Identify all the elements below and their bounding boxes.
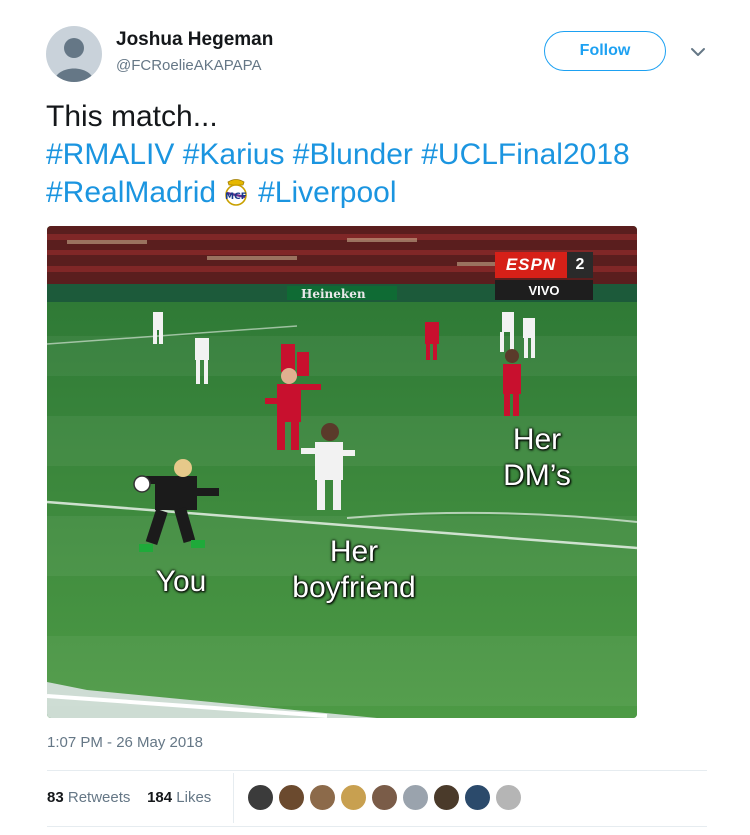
meme-label-boyfriend-line2: boyfriend — [292, 571, 416, 604]
liker-avatar[interactable] — [309, 784, 336, 811]
author-avatar[interactable] — [46, 26, 102, 82]
svg-text:MCF: MCF — [225, 192, 247, 202]
follow-button[interactable]: Follow — [544, 31, 666, 71]
hashtag-link[interactable]: #UCLFinal2018 — [421, 138, 629, 171]
liker-avatar[interactable] — [340, 784, 367, 811]
divider — [47, 770, 707, 771]
meme-label-you: You — [155, 565, 207, 598]
divider — [47, 826, 707, 827]
tweet-line-2: #RMALIV #Karius #Blunder #UCLFinal2018 — [46, 136, 726, 174]
tweet-line-1: This match... — [46, 100, 218, 133]
tweet-media-image[interactable]: ESPN 2 VIVO Heineken Her DM’s Her boyfri… — [47, 226, 637, 718]
meme-label-boyfriend-line1: Her — [329, 535, 379, 568]
tweet-line-3: #RealMadrid MCF #Liverpool — [46, 174, 726, 212]
default-profile-icon — [54, 38, 94, 82]
live-badge: VIVO — [495, 280, 593, 300]
espn-logo: ESPN — [495, 252, 567, 278]
real-madrid-crest-emoji-icon: MCF — [220, 176, 252, 208]
liker-avatar[interactable] — [433, 784, 460, 811]
author-name[interactable]: Joshua Hegeman — [116, 29, 273, 51]
meme-label-boyfriend: Her boyfriend — [269, 534, 439, 606]
author-handle[interactable]: @FCRoelieAKAPAPA — [116, 57, 262, 74]
hashtag-link[interactable]: #Karius — [183, 138, 285, 171]
tweet-text: This match... #RMALIV #Karius #Blunder #… — [46, 98, 726, 212]
meme-label-dms: Her DM’s — [477, 422, 597, 494]
meme-label-dms-line1: Her — [512, 423, 562, 456]
liker-avatar[interactable] — [464, 784, 491, 811]
retweets-count: 83 — [47, 789, 64, 806]
liker-avatar[interactable] — [495, 784, 522, 811]
likes-stat[interactable]: 184 Likes — [147, 789, 211, 806]
meme-label-dms-line2: DM’s — [503, 459, 571, 492]
hashtag-link[interactable]: #Liverpool — [258, 176, 396, 209]
liker-avatars — [247, 784, 522, 811]
likes-label: Likes — [176, 789, 212, 806]
retweets-label: Retweets — [67, 789, 131, 806]
hashtag-link[interactable]: #RMALIV — [46, 138, 174, 171]
hashtag-link[interactable]: #RealMadrid — [46, 176, 216, 209]
liker-avatar[interactable] — [371, 784, 398, 811]
likes-count: 184 — [147, 789, 173, 806]
retweets-stat[interactable]: 83 Retweets — [47, 789, 130, 806]
liker-avatar[interactable] — [278, 784, 305, 811]
liker-avatar[interactable] — [402, 784, 429, 811]
chevron-down-icon[interactable] — [688, 42, 708, 62]
divider — [233, 773, 234, 823]
sponsor-board: Heineken — [301, 287, 366, 301]
tweet-stats: 83 Retweets 184 Likes — [47, 789, 211, 806]
hashtag-link[interactable]: #Blunder — [293, 138, 413, 171]
channel-number: 2 — [567, 252, 593, 278]
liker-avatar[interactable] — [247, 784, 274, 811]
tweet-timestamp[interactable]: 1:07 PM - 26 May 2018 — [47, 734, 203, 751]
